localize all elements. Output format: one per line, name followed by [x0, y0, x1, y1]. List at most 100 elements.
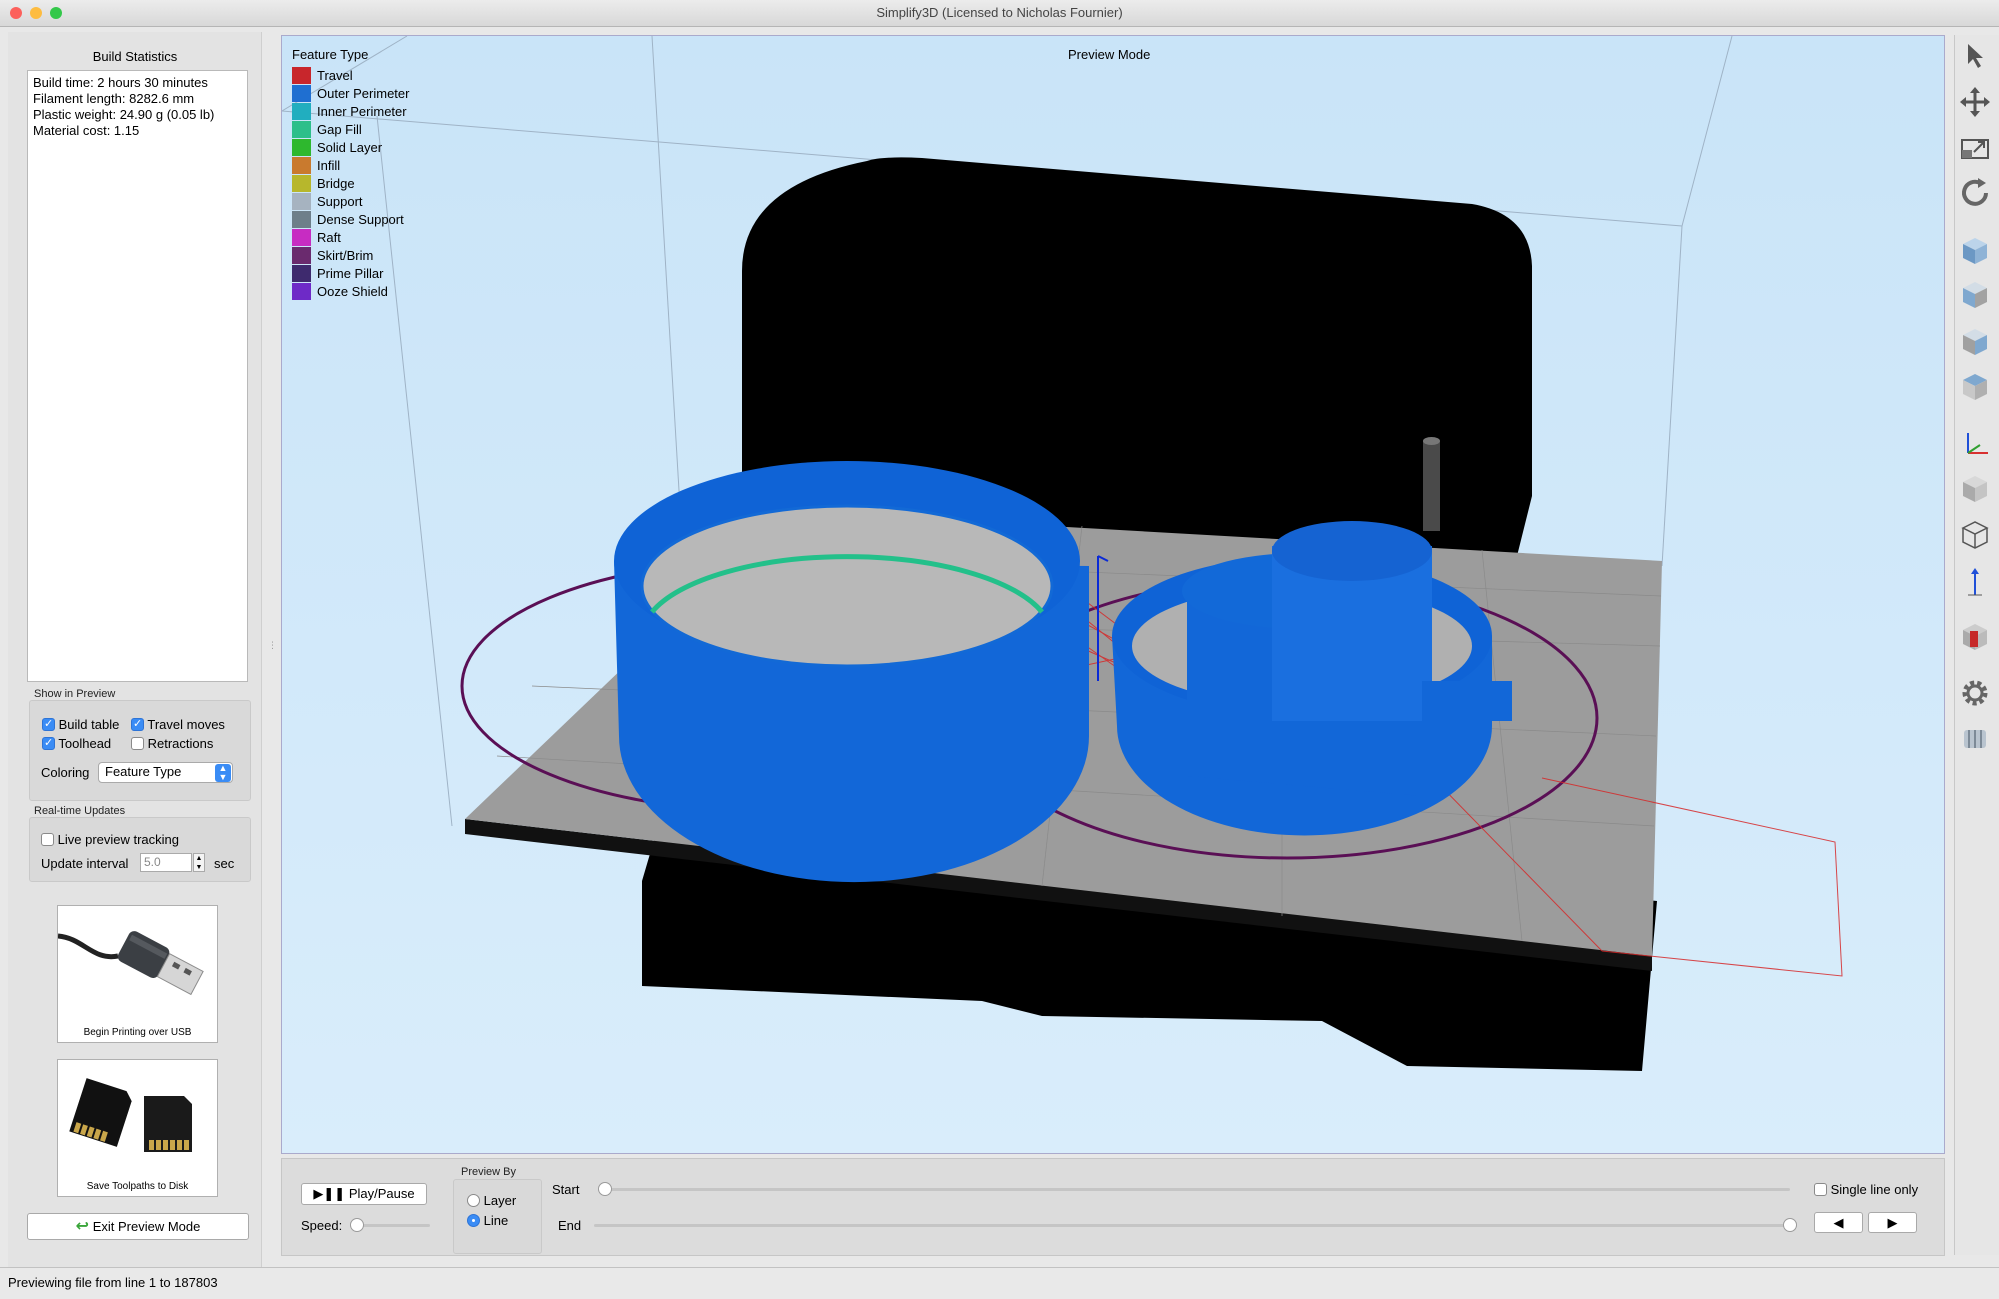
legend-label: Gap Fill	[317, 122, 362, 137]
legend-swatch	[292, 265, 311, 282]
toolhead-option[interactable]: Toolhead	[42, 736, 111, 751]
back-arrow-icon: ↩	[75, 1218, 90, 1235]
triangle-right-icon: ▶	[1887, 1215, 1898, 1230]
layer-radio[interactable]	[467, 1194, 480, 1207]
move-icon[interactable]	[1958, 85, 1992, 119]
legend-swatch	[292, 85, 311, 102]
scale-icon[interactable]	[1958, 132, 1992, 166]
cube-view-4-icon[interactable]	[1958, 370, 1992, 404]
legend-label: Solid Layer	[317, 140, 383, 155]
legend-label: Bridge	[317, 176, 355, 191]
end-label: End	[558, 1218, 582, 1233]
3d-preview-viewport[interactable]	[281, 35, 1945, 1154]
play-pause-icon: ▶❚❚	[313, 1186, 346, 1201]
filament-icon[interactable]	[1958, 722, 1992, 756]
cube-view-2-icon[interactable]	[1958, 278, 1992, 312]
travel-moves-checkbox[interactable]	[131, 717, 144, 731]
legend-title: Feature Type	[292, 47, 369, 62]
legend-swatch	[292, 139, 311, 156]
panel-splitter-handle[interactable]: ⋮	[268, 640, 277, 652]
solid-cube-icon[interactable]	[1958, 472, 1992, 506]
start-slider-knob[interactable]	[598, 1182, 612, 1196]
status-bar	[0, 1267, 1999, 1299]
speed-label: Speed:	[301, 1218, 343, 1233]
step-forward-button[interactable]: ▶	[1868, 1212, 1917, 1233]
play-pause-button[interactable]: ▶❚❚ Play/Pause	[301, 1183, 427, 1205]
live-preview-checkbox[interactable]	[41, 833, 54, 846]
legend-swatch	[292, 211, 311, 228]
interval-stepper[interactable]: ▲ ▼	[193, 853, 205, 872]
status-text: Previewing file from line 1 to 187803	[8, 1275, 218, 1290]
line-radio[interactable]	[467, 1214, 480, 1227]
wireframe-cube-icon[interactable]	[1958, 518, 1992, 552]
exit-preview-mode-button[interactable]: ↩ Exit Preview Mode	[27, 1213, 249, 1240]
coloring-label: Coloring	[41, 765, 90, 780]
live-preview-option[interactable]: Live preview tracking	[41, 832, 179, 847]
stat-material-cost: Material cost: 1.15	[33, 123, 140, 138]
select-arrow-icon[interactable]	[1958, 38, 1992, 72]
begin-usb-printing-button[interactable]: Begin Printing over USB	[57, 905, 218, 1043]
start-slider-track[interactable]	[598, 1188, 1790, 1191]
legend-label: Infill	[317, 158, 341, 173]
toolhead-nozzle-top	[1423, 437, 1440, 445]
chevron-updown-icon: ▲ ▼	[215, 764, 231, 782]
left-cylinder-inner	[640, 504, 1054, 668]
usb-cable-icon	[57, 931, 204, 996]
save-toolpaths-button[interactable]: Save Toolpaths to Disk	[57, 1059, 218, 1197]
settings-gear-icon[interactable]	[1958, 676, 1992, 710]
coloring-select[interactable]: Feature Type ▲ ▼	[98, 762, 233, 783]
center-post-top	[1272, 521, 1432, 581]
legend-label: Outer Perimeter	[317, 86, 410, 101]
stat-build-time: Build time: 2 hours 30 minutes	[33, 75, 208, 90]
axes-icon[interactable]	[1958, 427, 1992, 461]
interval-unit: sec	[214, 856, 235, 871]
build-table-option[interactable]: Build table	[42, 717, 119, 732]
legend-label: Skirt/Brim	[317, 248, 374, 263]
end-slider-knob[interactable]	[1783, 1218, 1797, 1232]
realtime-updates-group	[29, 817, 251, 882]
end-slider-track[interactable]	[594, 1224, 1794, 1227]
legend-label: Prime Pillar	[317, 266, 384, 281]
legend-swatch	[292, 229, 311, 246]
legend-label: Support	[317, 194, 363, 209]
sd-card-icon	[69, 1078, 192, 1152]
update-interval-label: Update interval	[41, 856, 129, 871]
spoke	[1422, 681, 1512, 721]
cross-section-icon[interactable]	[1958, 620, 1992, 654]
preview-mode-label: Preview Mode	[1068, 47, 1151, 62]
legend-swatch	[292, 175, 311, 192]
update-interval-field[interactable]: 5.0	[140, 853, 192, 872]
toolpath-scene	[282, 36, 1843, 1071]
build-statistics-title: Build Statistics	[92, 49, 178, 64]
build-table-checkbox[interactable]	[42, 717, 55, 731]
window-title: Simplify3D (Licensed to Nicholas Fournie…	[876, 5, 1123, 20]
cube-view-3-icon[interactable]	[1958, 325, 1992, 359]
legend-label: Dense Support	[317, 212, 404, 227]
legend-swatch	[292, 121, 311, 138]
layer-option[interactable]: Layer	[467, 1193, 516, 1208]
line-option[interactable]: Line	[467, 1213, 508, 1228]
stat-plastic-weight: Plastic weight: 24.90 g (0.05 lb)	[33, 107, 215, 122]
begin-usb-printing-label: Begin Printing over USB	[83, 1027, 192, 1038]
toolhead-checkbox[interactable]	[42, 736, 55, 750]
save-toolpaths-label: Save Toolpaths to Disk	[86, 1181, 189, 1192]
step-back-button[interactable]: ◀	[1814, 1212, 1863, 1233]
z-axis-icon[interactable]	[1958, 565, 1992, 599]
show-in-preview-label: Show in Preview	[34, 688, 116, 700]
single-line-option[interactable]: Single line only	[1814, 1182, 1918, 1197]
exit-preview-mode-label: Exit Preview Mode	[92, 1219, 201, 1234]
toolhead-nozzle	[1423, 441, 1440, 531]
travel-moves-option[interactable]: Travel moves	[131, 717, 225, 732]
cube-view-1-icon[interactable]	[1958, 234, 1992, 268]
speed-slider-knob[interactable]	[350, 1218, 364, 1232]
single-line-checkbox[interactable]	[1814, 1183, 1827, 1196]
rotate-icon[interactable]	[1958, 176, 1992, 210]
legend-swatch	[292, 157, 311, 174]
retractions-checkbox[interactable]	[131, 737, 144, 750]
retractions-option[interactable]: Retractions	[131, 736, 213, 751]
triangle-left-icon: ◀	[1833, 1215, 1844, 1230]
legend-swatch	[292, 283, 311, 300]
stat-filament-length: Filament length: 8282.6 mm	[33, 91, 195, 106]
legend-swatch	[292, 103, 311, 120]
legend-label: Ooze Shield	[317, 284, 388, 299]
